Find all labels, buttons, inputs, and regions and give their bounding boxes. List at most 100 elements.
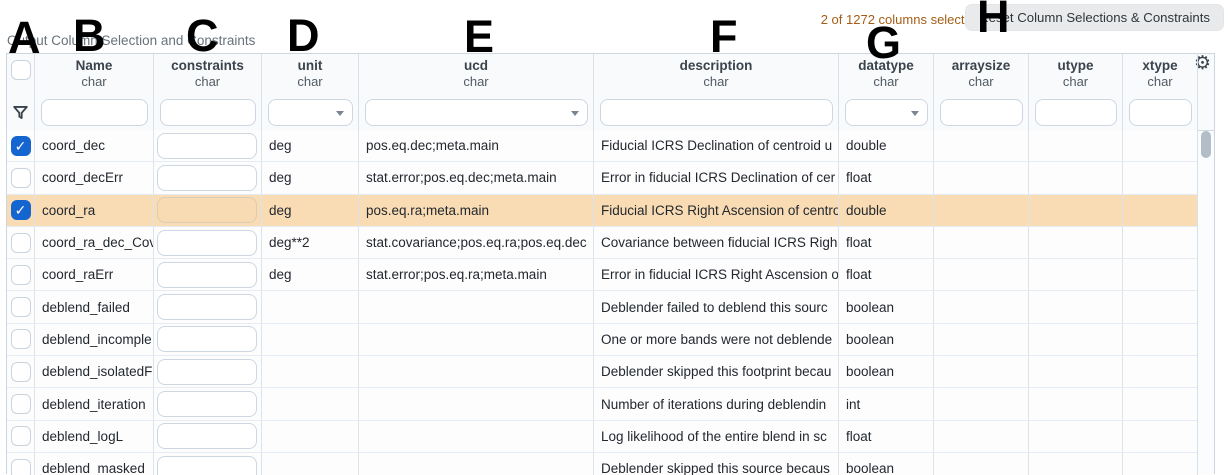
column-header-arraysize[interactable]: arraysizechar <box>934 54 1029 96</box>
row-checkbox[interactable] <box>11 136 31 156</box>
constraint-input[interactable] <box>157 294 257 320</box>
filter-cell-name <box>35 96 154 130</box>
column-type: char <box>81 74 106 89</box>
row-checkbox[interactable] <box>11 426 31 446</box>
column-label: ucd <box>464 58 488 74</box>
table-row[interactable]: coord_decErrdegstat.error;pos.eq.dec;met… <box>7 162 1198 194</box>
cell-unit <box>262 291 359 322</box>
constraints-filter-input[interactable] <box>160 99 256 126</box>
select-all-checkbox[interactable] <box>11 60 31 80</box>
table-row[interactable]: coord_raErrdegstat.error;pos.eq.ra;meta.… <box>7 259 1198 291</box>
row-checkbox-cell <box>7 291 35 322</box>
column-type: char <box>195 74 220 89</box>
table-row[interactable]: deblend_iterationNumber of iterations du… <box>7 388 1198 420</box>
row-checkbox[interactable] <box>11 394 31 414</box>
datatype-filter-input[interactable] <box>845 99 928 126</box>
cell-arraysize <box>934 291 1029 322</box>
row-checkbox[interactable] <box>11 265 31 285</box>
chevron-down-icon <box>571 111 579 116</box>
cell-description: Error in fiducial ICRS Right Ascension o <box>594 259 839 290</box>
name-filter-input[interactable] <box>41 99 148 126</box>
constraint-input[interactable] <box>157 197 257 223</box>
cell-unit <box>262 453 359 475</box>
column-header-unit[interactable]: unitchar <box>262 54 359 96</box>
constraint-input[interactable] <box>157 391 257 417</box>
cell-xtype <box>1123 291 1198 322</box>
cell-constraints <box>154 453 262 475</box>
row-checkbox[interactable] <box>11 200 31 220</box>
cell-ucd <box>359 453 594 475</box>
cell-datatype: boolean <box>839 356 934 387</box>
constraint-input[interactable] <box>157 359 257 385</box>
filter-funnel-icon[interactable] <box>11 103 30 122</box>
column-header-ucd[interactable]: ucdchar <box>359 54 594 96</box>
constraint-input[interactable] <box>157 326 257 352</box>
cell-constraints <box>154 356 262 387</box>
column-type: char <box>1147 74 1172 89</box>
column-header-utype[interactable]: utypechar <box>1029 54 1123 96</box>
filter-cell-xtype <box>1123 96 1198 130</box>
table-row[interactable]: deblend_maskedDeblender skipped this sou… <box>7 453 1198 475</box>
cell-unit <box>262 356 359 387</box>
filter-cell-constraints <box>154 96 262 130</box>
utype-filter-input[interactable] <box>1035 99 1117 126</box>
constraint-input[interactable] <box>157 262 257 288</box>
cell-datatype: boolean <box>839 291 934 322</box>
column-header-datatype[interactable]: datatypechar <box>839 54 934 96</box>
row-checkbox[interactable] <box>11 362 31 382</box>
cell-ucd: stat.error;pos.eq.dec;meta.main <box>359 162 594 193</box>
xtype-filter-input[interactable] <box>1129 99 1192 126</box>
table-row[interactable]: coord_decdegpos.eq.dec;meta.mainFiducial… <box>7 130 1198 162</box>
constraint-input[interactable] <box>157 133 257 159</box>
cell-utype <box>1029 421 1123 452</box>
column-header-description[interactable]: descriptionchar <box>594 54 839 96</box>
row-checkbox[interactable] <box>11 459 31 475</box>
cell-arraysize <box>934 388 1029 419</box>
column-label: description <box>680 58 753 74</box>
row-checkbox[interactable] <box>11 168 31 188</box>
cell-name: deblend_iteration <box>35 388 154 419</box>
cell-constraints <box>154 162 262 193</box>
cell-utype <box>1029 162 1123 193</box>
row-checkbox[interactable] <box>11 297 31 317</box>
column-type: char <box>1063 74 1088 89</box>
cell-ucd: pos.eq.dec;meta.main <box>359 130 594 161</box>
column-label: Name <box>76 58 113 74</box>
table-row[interactable]: coord_ra_dec_Covdeg**2stat.covariance;po… <box>7 227 1198 259</box>
column-header-constraints[interactable]: constraintschar <box>154 54 262 96</box>
cell-name: deblend_logL <box>35 421 154 452</box>
chevron-down-icon <box>911 111 919 116</box>
filter-cell-arraysize <box>934 96 1029 130</box>
row-checkbox[interactable] <box>11 233 31 253</box>
arraysize-filter-input[interactable] <box>940 99 1023 126</box>
table-row[interactable]: deblend_incompleOne or more bands were n… <box>7 324 1198 356</box>
constraint-input[interactable] <box>157 165 257 191</box>
cell-constraints <box>154 259 262 290</box>
column-label: unit <box>298 58 323 74</box>
table-row[interactable]: deblend_logLLog likelihood of the entire… <box>7 421 1198 453</box>
reset-button[interactable]: Reset Column Selections & Constraints <box>965 4 1224 31</box>
column-header-xtype[interactable]: xtypechar <box>1123 54 1198 96</box>
row-checkbox-cell <box>7 356 35 387</box>
ucd-filter-input[interactable] <box>365 99 588 126</box>
table-row[interactable]: deblend_failedDeblender failed to deblen… <box>7 291 1198 323</box>
cell-xtype <box>1123 421 1198 452</box>
constraint-input[interactable] <box>157 423 257 449</box>
table-row[interactable]: coord_radegpos.eq.ra;meta.mainFiducial I… <box>7 195 1198 227</box>
column-type: char <box>968 74 993 89</box>
row-checkbox[interactable] <box>11 329 31 349</box>
cell-datatype: int <box>839 388 934 419</box>
unit-filter-input[interactable] <box>268 99 353 126</box>
column-header-name[interactable]: Namechar <box>35 54 154 96</box>
cell-datatype: float <box>839 421 934 452</box>
cell-xtype <box>1123 453 1198 475</box>
scrollbar-thumb[interactable] <box>1201 131 1211 158</box>
cell-utype <box>1029 388 1123 419</box>
constraint-input[interactable] <box>157 456 257 475</box>
description-filter-input[interactable] <box>600 99 833 126</box>
constraint-input[interactable] <box>157 230 257 256</box>
cell-utype <box>1029 227 1123 258</box>
cell-arraysize <box>934 453 1029 475</box>
table-row[interactable]: deblend_isolatedFDeblender skipped this … <box>7 356 1198 388</box>
cell-datatype: boolean <box>839 324 934 355</box>
